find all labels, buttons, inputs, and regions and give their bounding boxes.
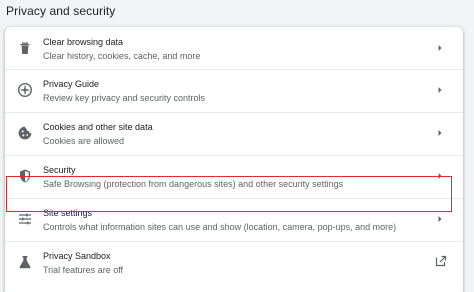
row-title: Cookies and other site data	[43, 122, 153, 132]
compass-icon	[17, 82, 33, 98]
cookie-icon	[17, 125, 33, 141]
clear-browsing-data-row[interactable]: Clear browsing data Clear history, cooki…	[5, 27, 463, 69]
chevron-right-icon	[437, 86, 443, 94]
chevron-right-icon	[437, 129, 443, 137]
open-in-new-icon[interactable]	[435, 255, 447, 267]
security-row[interactable]: Security Safe Browsing (protection from …	[5, 155, 463, 197]
privacy-settings-card: Clear browsing data Clear history, cooki…	[5, 27, 463, 292]
row-title: Security	[43, 165, 76, 175]
row-subtitle: Review key privacy and security controls	[43, 93, 206, 103]
row-subtitle: Trial features are off	[43, 265, 124, 275]
section-title: Privacy and security	[6, 4, 116, 18]
row-title: Clear browsing data	[43, 37, 124, 47]
flask-icon	[17, 254, 33, 270]
row-subtitle: Controls what information sites can use …	[43, 222, 397, 232]
privacy-guide-row[interactable]: Privacy Guide Review key privacy and sec…	[5, 69, 463, 111]
chevron-right-icon	[437, 172, 443, 180]
row-subtitle: Clear history, cookies, cache, and more	[43, 51, 201, 61]
row-subtitle: Safe Browsing (protection from dangerous…	[43, 179, 344, 189]
chevron-right-icon	[437, 44, 443, 52]
site-settings-row[interactable]: Site settings Controls what information …	[5, 198, 463, 240]
trash-icon	[17, 40, 33, 56]
privacy-and-security-page: Privacy and security Clear browsing data…	[0, 0, 474, 292]
shield-icon	[17, 168, 33, 184]
row-subtitle: Cookies are allowed	[43, 136, 125, 146]
chevron-right-icon	[437, 215, 443, 223]
privacy-sandbox-row[interactable]: Privacy Sandbox Trial features are off	[5, 241, 463, 283]
cookies-row[interactable]: Cookies and other site data Cookies are …	[5, 112, 463, 154]
sliders-icon	[17, 211, 33, 227]
row-title: Site settings	[43, 208, 93, 218]
row-title: Privacy Guide	[43, 79, 100, 89]
row-title: Privacy Sandbox	[43, 251, 111, 261]
